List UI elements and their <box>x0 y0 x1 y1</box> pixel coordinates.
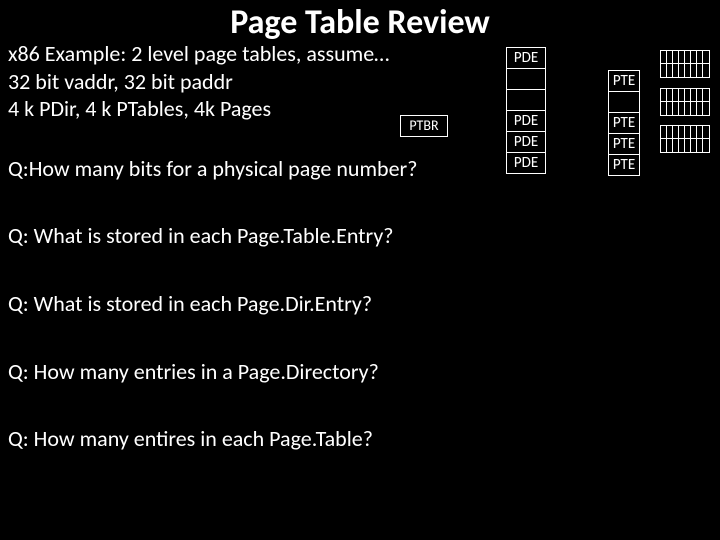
pte-row: PTE <box>609 71 639 92</box>
pte-row: PTE <box>609 113 639 134</box>
question-3: Q: What is stored in each Page.Dir.Entry… <box>8 290 372 318</box>
question-2: Q: What is stored in each Page.Table.Ent… <box>8 222 393 250</box>
pde-row <box>507 90 545 111</box>
page-frame-icon <box>660 88 710 116</box>
pde-row: PDE <box>507 132 545 153</box>
pde-row: PDE <box>507 153 545 173</box>
page-directory-table: PDE PDE PDE PDE <box>506 47 546 174</box>
intro-line-1: x86 Example: 2 level page tables, assume… <box>8 40 389 68</box>
page-frame-icon <box>660 50 710 78</box>
pte-row: PTE <box>609 155 639 175</box>
slide-title: Page Table Review <box>0 2 720 43</box>
intro-line-3: 4 k PDir, 4 k PTables, 4k Pages <box>8 95 389 123</box>
pte-row: PTE <box>609 134 639 155</box>
slide: Page Table Review x86 Example: 2 level p… <box>0 0 720 540</box>
intro-text: x86 Example: 2 level page tables, assume… <box>8 40 389 123</box>
pde-row: PDE <box>507 111 545 132</box>
page-frame-icon <box>660 125 710 153</box>
question-1: Q:How many bits for a physical page numb… <box>8 155 417 183</box>
intro-line-2: 32 bit vaddr, 32 bit paddr <box>8 68 389 96</box>
pde-row <box>507 69 545 90</box>
ptbr-box: PTBR <box>400 115 448 137</box>
page-table: PTE PTE PTE PTE <box>608 70 640 176</box>
pte-row <box>609 92 639 113</box>
question-5: Q: How many entires in each Page.Table? <box>8 425 373 453</box>
pde-row: PDE <box>507 48 545 69</box>
question-4: Q: How many entries in a Page.Directory? <box>8 358 379 386</box>
